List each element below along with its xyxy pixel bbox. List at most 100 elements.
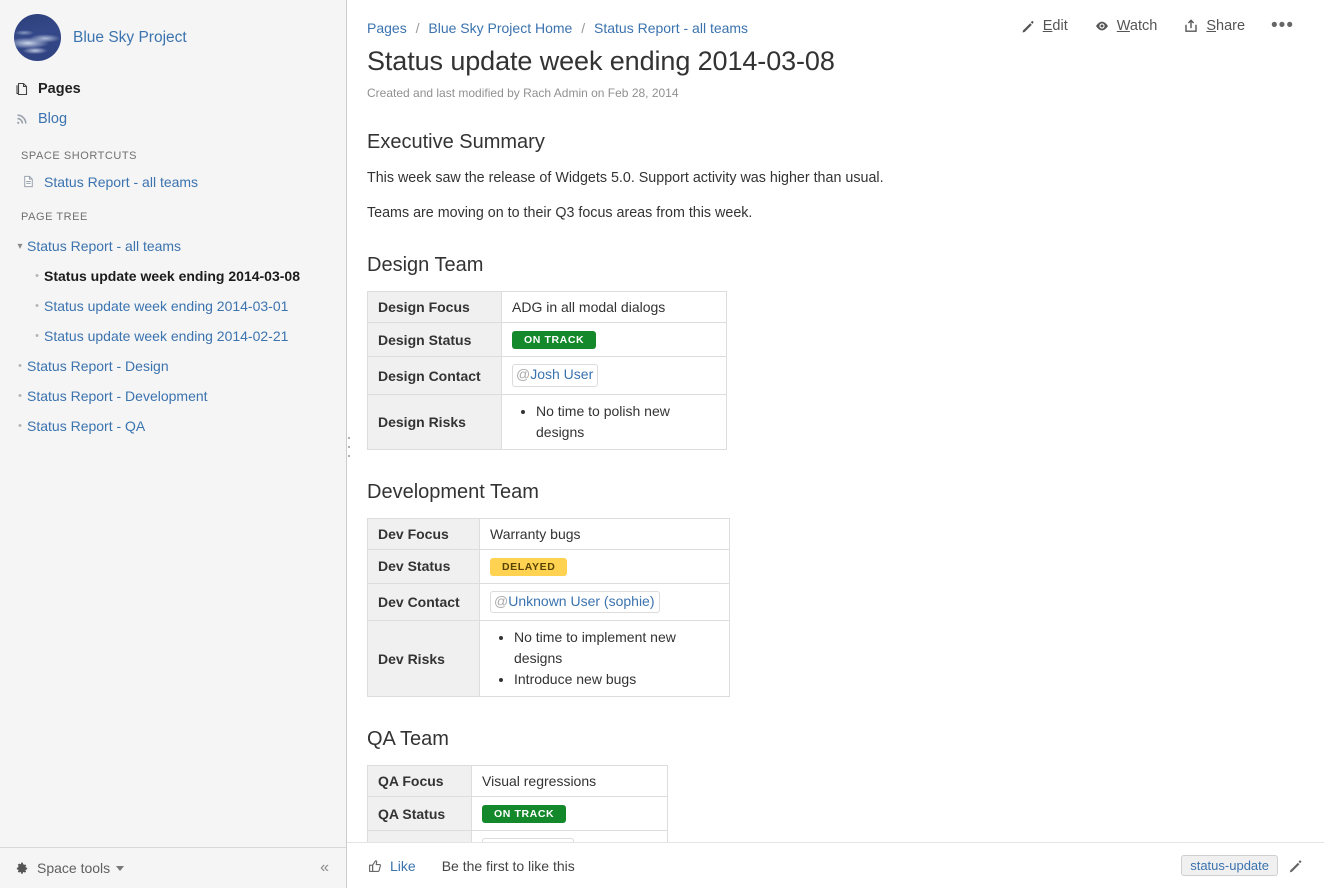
edit-accesskey: E [1042,18,1053,34]
status-badge: ON TRACK [512,331,597,350]
shortcut-label: Status Report - all teams [44,173,199,190]
user-mention[interactable]: @Unknown User (sophie) [490,590,660,614]
shortcut-status-report-all-teams[interactable]: Status Report - all teams [0,168,346,195]
status-badge: DELAYED [490,557,568,576]
like-button[interactable]: Like [367,858,416,874]
pages-icon [14,81,30,97]
bullet-icon: • [35,330,39,342]
tree-item-week-2014-02-21[interactable]: • Status update week ending 2014-02-21 [0,321,346,351]
confluence-page: Blue Sky Project Pages Blog SPACE SHORTC… [0,0,1324,888]
sidebar-item-pages[interactable]: Pages [0,74,346,104]
table-row: Design Status ON TRACK [367,322,727,358]
page-tree-heading: PAGE TREE [21,211,88,223]
tree-item-label: Status Report - QA [27,418,146,434]
space-name-link[interactable]: Blue Sky Project [73,29,187,47]
thumbs-up-icon [367,858,383,874]
rss-icon [14,111,30,127]
page-title: Status update week ending 2014-03-08 [367,46,835,76]
edit-label: Edit [1043,18,1068,34]
row-label: QA Status [367,796,472,832]
tree-item-label: Status update week ending 2014-03-08 [44,268,300,284]
tree-item-status-report-all-teams[interactable]: ▾ Status Report - all teams [0,231,346,261]
share-button[interactable]: Share [1183,18,1245,34]
breadcrumb-item-parent-page[interactable]: Status Report - all teams [594,20,748,36]
table-row: QA Focus Visual regressions [367,765,668,798]
share-label: Share [1206,18,1245,34]
edit-label-rest: dit [1052,18,1068,34]
bullet-icon: • [35,300,39,312]
tree-item-status-report-qa[interactable]: • Status Report - QA [0,411,346,441]
handle-dot [348,446,350,448]
gear-icon [14,861,29,876]
tree-item-week-2014-03-01[interactable]: • Status update week ending 2014-03-01 [0,291,346,321]
bullet-icon: • [18,420,22,432]
table-row: Design Contact @Josh User [367,356,727,395]
breadcrumb: Pages / Blue Sky Project Home / Status R… [367,18,748,36]
list-item: No time to polish new designs [536,401,716,443]
row-label: Dev Contact [367,582,480,622]
watch-label: Watch [1117,18,1158,34]
bullet-icon: • [35,270,39,282]
breadcrumb-item-pages[interactable]: Pages [367,20,407,36]
page-footer: Like Be the first to like this status-up… [347,842,1324,888]
share-icon [1183,18,1199,34]
sidebar-item-blog[interactable]: Blog [0,104,346,134]
sidebar-item-pages-label: Pages [38,81,81,97]
collapse-sidebar-button[interactable]: « [317,859,332,877]
watch-button[interactable]: Watch [1094,18,1158,34]
handle-dot [348,455,350,457]
sidebar-resize-handle[interactable] [348,437,352,457]
heading-development-team: Development Team [367,480,539,503]
tree-item-label: Status Report - Development [27,388,208,404]
tree-item-status-report-development[interactable]: • Status Report - Development [0,381,346,411]
row-value: Visual regressions [471,765,668,798]
like-status-text: Be the first to like this [441,857,575,874]
row-label: Design Contact [367,356,502,395]
handle-dot [348,437,350,439]
row-value: ON TRACK [471,796,668,832]
tree-item-week-2014-03-08[interactable]: • Status update week ending 2014-03-08 [0,261,346,291]
user-mention[interactable]: @Josh User [512,364,599,387]
breadcrumb-separator: / [581,20,586,36]
row-value: Warranty bugs [479,517,730,550]
table-row: QA Status ON TRACK [367,796,668,832]
page-header: Pages / Blue Sky Project Home / Status R… [347,0,1324,100]
space-shortcuts-heading: SPACE SHORTCUTS [21,150,138,162]
tree-item-label: Status Report - all teams [27,238,182,254]
table-row: Dev Risks No time to implement new desig… [367,620,730,698]
more-actions-button[interactable]: ••• [1271,16,1294,35]
eye-icon [1094,18,1110,34]
space-tools-button[interactable]: Space tools [14,860,125,876]
space-avatar-icon [14,14,61,61]
row-value: @Josh User [501,356,727,395]
space-tools-label: Space tools [37,860,111,876]
tree-item-label: Status update week ending 2014-02-21 [44,328,289,344]
edit-button[interactable]: Edit [1021,18,1068,34]
row-value: ON TRACK [501,322,727,358]
design-team-table: Design Focus ADG in all modal dialogs De… [367,291,727,450]
executive-paragraph: This week saw the release of Widgets 5.0… [367,170,884,186]
row-value: DELAYED [479,548,730,584]
row-value: No time to polish new designs [501,393,727,450]
table-row: Design Focus ADG in all modal dialogs [367,291,727,324]
heading-executive-summary: Executive Summary [367,131,545,153]
table-row: Dev Status DELAYED [367,548,730,584]
edit-labels-button[interactable] [1288,858,1304,874]
breadcrumb-item-space-home[interactable]: Blue Sky Project Home [428,20,572,36]
row-label: QA Focus [367,765,472,798]
tree-item-status-report-design[interactable]: • Status Report - Design [0,351,346,381]
space-header[interactable]: Blue Sky Project [0,0,346,61]
heading-qa-team: QA Team [367,728,449,751]
label-chip-status-update[interactable]: status-update [1181,855,1278,876]
like-section: Like Be the first to like this [367,858,575,874]
page-metadata: Created and last modified by Rach Admin … [367,86,679,100]
chevron-down-icon [116,865,125,871]
at-sign: @ [516,366,531,383]
page-actions: Edit Watch Share ••• [1021,16,1300,35]
chevron-down-icon[interactable]: ▾ [13,241,27,252]
share-accesskey: S [1206,18,1216,34]
share-label-rest: hare [1216,18,1246,34]
table-row: Dev Focus Warranty bugs [367,517,730,550]
page-main: Pages / Blue Sky Project Home / Status R… [347,0,1324,888]
bullet-icon: • [18,390,22,402]
